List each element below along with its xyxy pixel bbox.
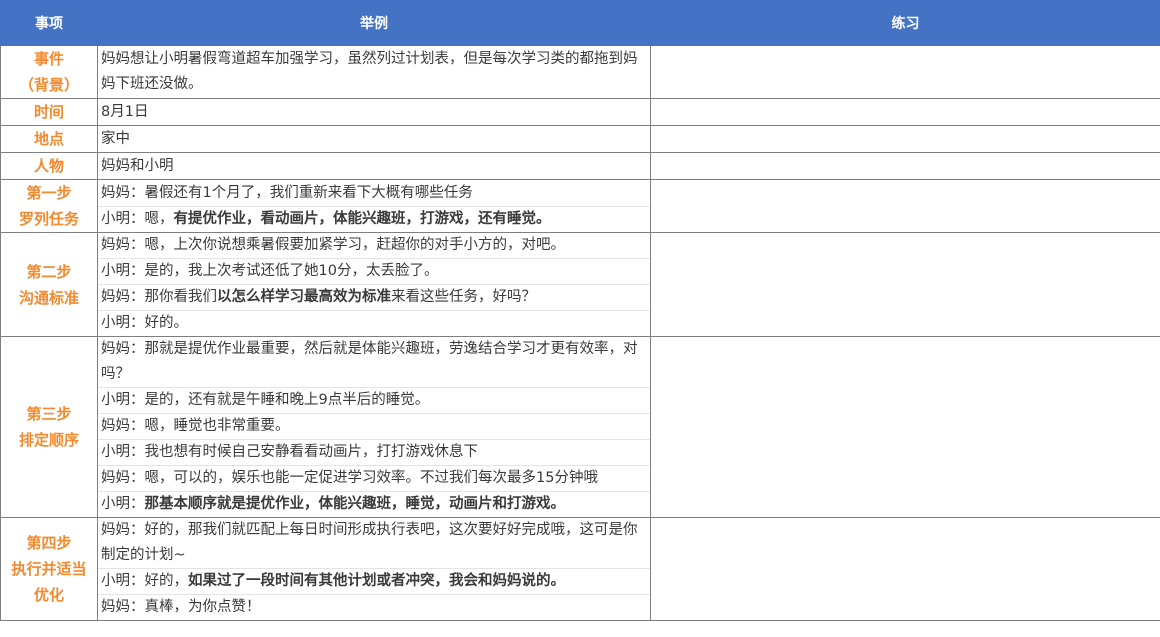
label-event-line2: （背景） [18, 76, 79, 94]
dialogue-text: 妈妈：真棒，为你点赞！ [101, 599, 261, 615]
dialogue-text: 妈妈：好的，那我们就匹配上每日时间形成执行表吧，这次要好好完成哦，这可是你制定的… [101, 522, 638, 563]
dialogue-line: 小明：我也想有时候自己安静看看动画片，打打游戏休息下 [98, 440, 650, 466]
practice-cell-step1[interactable] [650, 179, 1160, 233]
dialogue-bold-text: 那基本顺序就是提优作业，体能兴趣班，睡觉，动画片和打游戏。 [144, 496, 566, 512]
label-event[interactable]: 事件 （背景） [0, 45, 98, 99]
dialogue-line: 妈妈：真棒，为你点赞！ [98, 595, 650, 620]
practice-cell-step2[interactable] [650, 232, 1160, 337]
label-time[interactable]: 时间 [0, 98, 98, 126]
row-step4: 第四步 执行并适当 优化 妈妈：好的，那我们就匹配上每日时间形成执行表吧，这次要… [0, 517, 1160, 621]
row-step2: 第二步 沟通标准 妈妈：嗯，上次你说想乘暑假要加紧学习，赶超你的对手小方的，对吧… [0, 232, 1160, 337]
header-example[interactable]: 举例 [97, 0, 651, 46]
dialogue-text: 小明：是的，我上次考试还低了她10分，太丢脸了。 [101, 263, 439, 279]
dialogue-line: 妈妈：好的，那我们就匹配上每日时间形成执行表吧，这次要好好完成哦，这可是你制定的… [98, 518, 650, 569]
dialogue-line: 小明：好的。 [98, 311, 650, 336]
label-people-text: 人物 [33, 157, 64, 175]
example-time[interactable]: 8月1日 [97, 98, 651, 126]
label-step1-line2: 罗列任务 [18, 210, 79, 228]
header-row: 事项 举例 练习 [0, 0, 1160, 46]
row-step1: 第一步 罗列任务 妈妈：暑假还有1个月了，我们重新来看下大概有哪些任务 小明：嗯… [0, 179, 1160, 233]
label-event-line1: 事件 [33, 50, 64, 68]
dialogue-text: 小明：嗯， [101, 210, 174, 227]
dialogue-text: 小明： [101, 496, 145, 512]
row-place: 地点 家中 [0, 125, 1160, 153]
label-step4-line3: 优化 [33, 586, 64, 604]
label-step2[interactable]: 第二步 沟通标准 [0, 232, 98, 337]
row-event: 事件 （背景） 妈妈想让小明暑假弯道超车加强学习，虽然列过计划表，但是每次学习类… [0, 45, 1160, 99]
label-step1[interactable]: 第一步 罗列任务 [0, 179, 98, 233]
dialogue-line: 妈妈：那就是提优作业最重要，然后就是体能兴趣班，劳逸结合学习才更有效率，对吗？ [98, 337, 650, 388]
dialogue-line: 小明：嗯，有提优作业，看动画片，体能兴趣班，打游戏，还有睡觉。 [98, 207, 650, 232]
dialogue-line: 小明：好的，如果过了一段时间有其他计划或者冲突，我会和妈妈说的。 [98, 569, 650, 595]
label-place-text: 地点 [33, 130, 64, 148]
row-step3: 第三步 排定顺序 妈妈：那就是提优作业最重要，然后就是体能兴趣班，劳逸结合学习才… [0, 336, 1160, 518]
dialogue-line: 妈妈：那你看我们以怎么样学习最高效为标准来看这些任务，好吗？ [98, 285, 650, 311]
dialogue-text: 妈妈：暑假还有1个月了，我们重新来看下大概有哪些任务 [101, 184, 473, 201]
dialogue-line: 小明：是的，还有就是午睡和晚上9点半后的睡觉。 [98, 388, 650, 414]
example-step4[interactable]: 妈妈：好的，那我们就匹配上每日时间形成执行表吧，这次要好好完成哦，这可是你制定的… [97, 517, 651, 621]
label-people[interactable]: 人物 [0, 152, 98, 180]
label-step4-line2: 执行并适当 [11, 560, 87, 578]
label-step4-line1: 第四步 [26, 534, 72, 552]
dialogue-line: 小明：是的，我上次考试还低了她10分，太丢脸了。 [98, 259, 650, 285]
dialogue-text: 妈妈：嗯，上次你说想乘暑假要加紧学习，赶超你的对手小方的，对吧。 [101, 237, 565, 253]
dialogue-text: 妈妈：那就是提优作业最重要，然后就是体能兴趣班，劳逸结合学习才更有效率，对吗？ [101, 341, 638, 382]
example-text: 妈妈想让小明暑假弯道超车加强学习，虽然列过计划表，但是每次学习类的都拖到妈妈下班… [101, 51, 638, 92]
dialogue-text: 妈妈：那你看我们 [101, 289, 217, 305]
dialogue-line: 妈妈：嗯，上次你说想乘暑假要加紧学习，赶超你的对手小方的，对吧。 [98, 233, 650, 259]
label-step1-line1: 第一步 [26, 184, 72, 202]
dialogue-text: 小明：是的，还有就是午睡和晚上9点半后的睡觉。 [101, 392, 430, 408]
label-place[interactable]: 地点 [0, 125, 98, 153]
dialogue-line: 小明：那基本顺序就是提优作业，体能兴趣班，睡觉，动画片和打游戏。 [98, 492, 650, 517]
practice-cell-time[interactable] [650, 98, 1160, 126]
row-time: 时间 8月1日 [0, 98, 1160, 126]
label-step2-line1: 第二步 [26, 262, 72, 281]
example-place[interactable]: 家中 [97, 125, 651, 153]
practice-cell-step4[interactable] [650, 517, 1160, 621]
practice-cell-step3[interactable] [650, 336, 1160, 518]
row-people: 人物 妈妈和小明 [0, 152, 1160, 180]
dialogue-text: 小明：好的。 [101, 315, 188, 331]
lesson-table: 事项 举例 练习 事件 （背景） 妈妈想让小明暑假弯道超车加强学习，虽然列过计划… [0, 0, 1160, 621]
example-text: 8月1日 [101, 103, 149, 120]
dialogue-bold-text: 以怎么样学习最高效为标准 [217, 289, 391, 305]
practice-cell-event[interactable] [650, 45, 1160, 99]
dialogue-text: 妈妈：嗯，可以的，娱乐也能一定促进学习效率。不过我们每次最多15分钟哦 [101, 470, 598, 486]
example-step1[interactable]: 妈妈：暑假还有1个月了，我们重新来看下大概有哪些任务 小明：嗯，有提优作业，看动… [97, 179, 651, 233]
example-step2[interactable]: 妈妈：嗯，上次你说想乘暑假要加紧学习，赶超你的对手小方的，对吧。 小明：是的，我… [97, 232, 651, 337]
label-time-text: 时间 [33, 103, 64, 121]
dialogue-line: 妈妈：嗯，睡觉也非常重要。 [98, 414, 650, 440]
example-text: 妈妈和小明 [101, 157, 174, 174]
label-step3-line1: 第三步 [26, 405, 72, 423]
example-event[interactable]: 妈妈想让小明暑假弯道超车加强学习，虽然列过计划表，但是每次学习类的都拖到妈妈下班… [97, 45, 651, 99]
label-step3-line2: 排定顺序 [18, 431, 79, 449]
header-items[interactable]: 事项 [0, 0, 98, 46]
practice-cell-people[interactable] [650, 152, 1160, 180]
dialogue-bold-text: 如果过了一段时间有其他计划或者冲突，我会和妈妈说的。 [188, 573, 565, 589]
dialogue-text: 小明：我也想有时候自己安静看看动画片，打打游戏休息下 [101, 444, 478, 460]
dialogue-text: 妈妈：嗯，睡觉也非常重要。 [101, 418, 290, 434]
practice-cell-place[interactable] [650, 125, 1160, 153]
label-step3[interactable]: 第三步 排定顺序 [0, 336, 98, 518]
dialogue-line: 妈妈：暑假还有1个月了，我们重新来看下大概有哪些任务 [98, 181, 650, 207]
example-people[interactable]: 妈妈和小明 [97, 152, 651, 180]
header-practice[interactable]: 练习 [650, 0, 1160, 46]
dialogue-text: 小明：好的， [101, 573, 188, 589]
dialogue-text-suffix: 来看这些任务，好吗？ [391, 289, 536, 305]
dialogue-bold-text: 有提优作业，看动画片，体能兴趣班，打游戏，还有睡觉。 [173, 210, 551, 227]
dialogue-line: 妈妈：嗯，可以的，娱乐也能一定促进学习效率。不过我们每次最多15分钟哦 [98, 466, 650, 492]
example-step3[interactable]: 妈妈：那就是提优作业最重要，然后就是体能兴趣班，劳逸结合学习才更有效率，对吗？ … [97, 336, 651, 518]
example-text: 家中 [101, 130, 130, 147]
label-step2-line2: 沟通标准 [18, 288, 79, 307]
label-step4[interactable]: 第四步 执行并适当 优化 [0, 517, 98, 621]
